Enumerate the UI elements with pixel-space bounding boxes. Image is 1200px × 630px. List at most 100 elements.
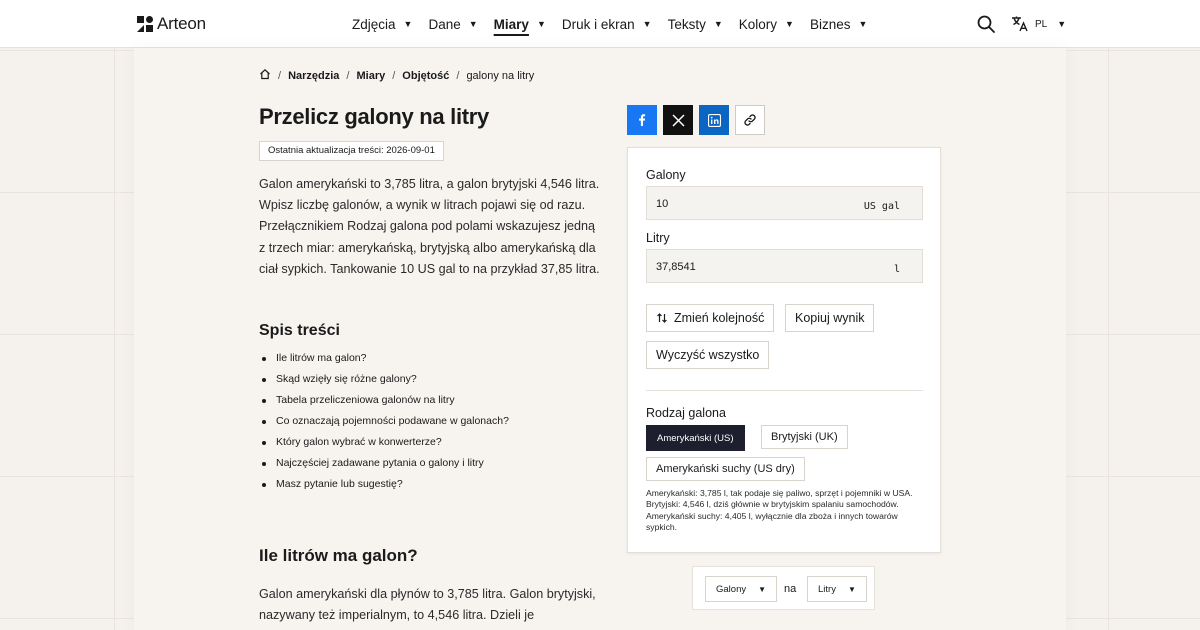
share-buttons (627, 105, 765, 135)
menu-item-label: Zdjęcia (352, 16, 396, 32)
breadcrumb-item[interactable]: Miary (356, 70, 385, 82)
gallon-type-label-text: Brytyjski (UK) (771, 431, 838, 443)
menu-item-label: Kolory (738, 16, 778, 32)
caret-down-icon: ▼ (403, 19, 413, 29)
main-menu: Zdjęcia ▼ Dane ▼ Miary ▼ Druk i ekran ▼ Teks… (352, 0, 883, 48)
bullet-icon (262, 482, 266, 487)
gallon-type-label-text: Amerykański (US) (657, 432, 734, 444)
swap-order-button[interactable]: Zmień kolejność (646, 304, 775, 332)
copy-link-button[interactable] (735, 105, 765, 135)
x-icon (671, 113, 685, 127)
menu-item-miary[interactable]: Miary ▼ (494, 0, 546, 48)
to-unit-select[interactable]: Litry ▼ (807, 576, 867, 602)
toc-item[interactable]: Który galon wybrać w konwerterze? (260, 432, 509, 453)
breadcrumb: / Narzędzia / Miary / Objętość / galony … (259, 68, 534, 83)
gallon-type-note: Amerykański: 3,785 l, tak podaje się pal… (646, 488, 913, 533)
toc-link[interactable]: Najczęściej zadawane pytania o galony i … (276, 453, 484, 474)
menu-item-biznes[interactable]: Biznes ▼ (810, 0, 867, 48)
bullet-icon (262, 440, 266, 445)
menu-item-label: Teksty (667, 16, 706, 32)
menu-item-zdjecia[interactable]: Zdjęcia ▼ (352, 0, 412, 48)
breadcrumb-separator: / (392, 69, 396, 82)
facebook-icon (639, 114, 646, 126)
caret-down-icon: ▼ (858, 19, 868, 29)
menu-item-druk-i-ekran[interactable]: Druk i ekran ▼ (562, 0, 652, 48)
link-icon (744, 114, 756, 126)
menu-item-label: Biznes (809, 16, 851, 32)
translate-icon (1012, 16, 1028, 32)
toc-item[interactable]: Tabela przeliczeniowa galonów na litry (260, 390, 509, 411)
language-switcher[interactable]: PL ▼ (1011, 15, 1066, 33)
share-x-button[interactable] (663, 105, 693, 135)
to-label: Litry (646, 231, 670, 245)
copy-result-button[interactable]: Kopiuj wynik (785, 304, 875, 332)
share-linkedin-button[interactable] (699, 105, 729, 135)
liters-value: 37,8541 (656, 261, 696, 273)
gallon-type-us[interactable]: Amerykański (US) (646, 425, 745, 451)
toc-title: Spis treści (259, 322, 340, 339)
selector-joiner: na (784, 583, 797, 595)
menu-item-kolory[interactable]: Kolory ▼ (739, 0, 794, 48)
clear-all-button[interactable]: Wyczyść wszystko (646, 341, 770, 369)
unit-selector-bar: Galony ▼ na Litry ▼ (692, 566, 875, 610)
panel-divider (646, 390, 923, 391)
from-unit-value: Galony (716, 583, 747, 595)
gallons-input[interactable]: 10 US gal (646, 186, 923, 220)
toc-link[interactable]: Co oznaczają pojemności podawane w galon… (276, 411, 509, 432)
toc-item[interactable]: Ile litrów ma galon? (260, 348, 509, 369)
breadcrumb-item[interactable]: Objętość (402, 70, 449, 82)
to-unit-value: Litry (818, 583, 836, 595)
bullet-icon (262, 461, 266, 466)
swap-order-label: Zmień kolejność (674, 311, 765, 325)
toc-link[interactable]: Tabela przeliczeniowa galonów na litry (276, 390, 455, 411)
caret-down-icon: ▼ (468, 19, 478, 29)
toc-item[interactable]: Masz pytanie lub sugestię? (260, 474, 509, 495)
caret-down-icon: ▼ (1057, 19, 1067, 29)
liters-input[interactable]: 37,8541 l (646, 249, 923, 283)
toc-item[interactable]: Najczęściej zadawane pytania o galony i … (260, 453, 509, 474)
section-paragraph: Galon amerykański dla płynów to 3,785 li… (259, 587, 596, 623)
gallon-type-uk[interactable]: Brytyjski (UK) (761, 425, 848, 449)
home-icon (260, 68, 270, 80)
swap-icon (657, 313, 667, 323)
menu-item-label: Druk i ekran (561, 16, 635, 32)
toc-item[interactable]: Co oznaczają pojemności podawane w galon… (260, 411, 509, 432)
menu-item-label: Dane (428, 16, 461, 32)
toc-item[interactable]: Skąd wzięły się różne galony? (260, 369, 509, 390)
share-facebook-button[interactable] (627, 105, 657, 135)
menu-item-dane[interactable]: Dane ▼ (428, 0, 477, 48)
clear-all-label: Wyczyść wszystko (656, 348, 760, 362)
breadcrumb-separator: / (278, 69, 282, 82)
toc-link[interactable]: Masz pytanie lub sugestię? (276, 474, 403, 495)
converter-panel: Galony 10 US gal Litry 37,8541 l Zmień k… (627, 147, 941, 553)
gallons-value: 10 (656, 198, 669, 210)
gallon-type-us-dry[interactable]: Amerykański suchy (US dry) (646, 457, 805, 481)
bullet-icon (262, 377, 266, 382)
gallon-type-label: Rodzaj galona (646, 406, 726, 420)
from-label: Galony (646, 168, 686, 182)
toc-link[interactable]: Skąd wzięły się różne galony? (276, 369, 417, 390)
toc-link[interactable]: Ile litrów ma galon? (276, 348, 366, 369)
logo[interactable]: Arteon (137, 14, 206, 34)
language-code: PL (1035, 18, 1048, 30)
content-area: / Narzędzia / Miary / Objętość / galony … (134, 48, 1066, 630)
caret-down-icon: ▼ (785, 19, 794, 29)
table-of-contents: Ile litrów ma galon? Skąd wzięły się róż… (260, 348, 509, 495)
last-updated-badge: Ostatnia aktualizacja treści: 2026-09-01 (259, 141, 444, 161)
from-unit-select[interactable]: Galony ▼ (705, 576, 778, 602)
caret-down-icon: ▼ (713, 19, 723, 29)
section-title: Ile litrów ma galon? (259, 546, 418, 565)
breadcrumb-item[interactable]: Narzędzia (288, 70, 339, 82)
menu-item-teksty[interactable]: Teksty ▼ (668, 0, 723, 48)
toc-link[interactable]: Który galon wybrać w konwerterze? (276, 432, 442, 453)
menu-item-label: Miary (493, 16, 529, 32)
logo-mark-icon (137, 16, 153, 32)
search-button[interactable] (976, 14, 996, 34)
linkedin-icon (707, 113, 721, 127)
gallons-unit: US gal (863, 201, 900, 212)
intro-paragraph: Galon amerykański to 3,785 litra, a galo… (259, 177, 600, 276)
breadcrumb-home[interactable] (259, 68, 271, 83)
top-navigation: Arteon Zdjęcia ▼ Dane ▼ Miary ▼ Druk i ekra… (0, 0, 1200, 48)
caret-down-icon: ▼ (536, 19, 546, 29)
bullet-icon (262, 356, 266, 361)
